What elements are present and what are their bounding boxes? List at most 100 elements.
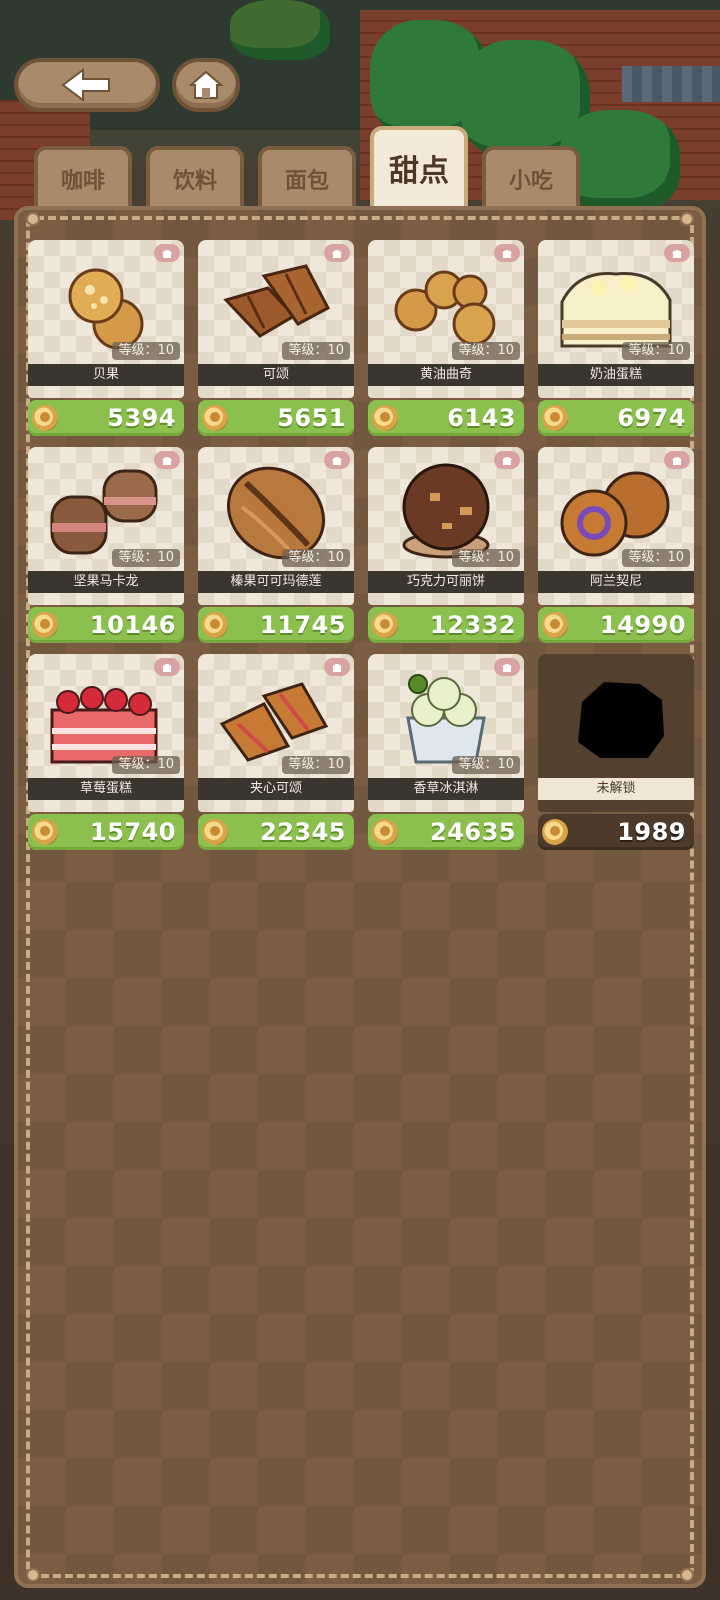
price-bar: 24635 xyxy=(368,814,524,850)
coin-icon xyxy=(372,819,398,845)
item-name: 未解锁 xyxy=(538,778,694,800)
tab-drinks[interactable]: 饮料 xyxy=(146,146,244,208)
level-label: 等级：10 xyxy=(112,549,180,567)
item-image: 未解锁 xyxy=(538,654,694,812)
item-image: 等级：10 黄油曲奇 xyxy=(368,240,524,398)
price-bar: 15740 xyxy=(28,814,184,850)
corner-dot xyxy=(680,1568,694,1582)
item-card-filled-croissant[interactable]: 等级：10 夹心可颂 22345 xyxy=(198,654,354,850)
corner-dot xyxy=(26,1568,40,1582)
item-image: 等级：10 奶油蛋糕 xyxy=(538,240,694,398)
level-label: 等级：10 xyxy=(452,549,520,567)
level-label: 等级：10 xyxy=(112,342,180,360)
item-price: 22345 xyxy=(260,818,346,846)
cupcake-badge-icon xyxy=(324,451,350,469)
price-bar: 6974 xyxy=(538,400,694,436)
price-bar: 5394 xyxy=(28,400,184,436)
coin-icon xyxy=(32,819,58,845)
item-price: 1989 xyxy=(617,818,686,846)
item-image: 等级：10 可颂 xyxy=(198,240,354,398)
item-name: 坚果马卡龙 xyxy=(28,571,184,593)
item-price: 24635 xyxy=(430,818,516,846)
item-image: 等级：10 榛果可可玛德莲 xyxy=(198,447,354,605)
level-label: 等级：10 xyxy=(452,756,520,774)
item-name: 可颂 xyxy=(198,364,354,386)
item-card-madeleine[interactable]: 等级：10 榛果可可玛德莲 11745 xyxy=(198,447,354,643)
cupcake-badge-icon xyxy=(154,658,180,676)
item-card-strawberry-cake[interactable]: 等级：10 草莓蛋糕 15740 xyxy=(28,654,184,850)
item-price: 11745 xyxy=(260,611,346,639)
cupcake-badge-icon xyxy=(324,244,350,262)
item-price: 6143 xyxy=(447,404,516,432)
item-name: 黄油曲奇 xyxy=(368,364,524,386)
price-bar: 10146 xyxy=(28,607,184,643)
item-card-vanilla-ice-cream[interactable]: 等级：10 香草冰淇淋 24635 xyxy=(368,654,524,850)
cupcake-badge-icon xyxy=(494,244,520,262)
tab-desserts[interactable]: 甜点 xyxy=(370,126,468,206)
item-card-butter-cookie[interactable]: 等级：10 黄油曲奇 6143 xyxy=(368,240,524,436)
tab-coffee[interactable]: 咖啡 xyxy=(34,146,132,208)
back-button[interactable] xyxy=(14,58,160,112)
level-label: 等级：10 xyxy=(282,756,350,774)
item-image: 等级：10 夹心可颂 xyxy=(198,654,354,812)
coin-icon xyxy=(542,612,568,638)
item-card-macaron[interactable]: 等级：10 坚果马卡龙 10146 xyxy=(28,447,184,643)
item-image: 等级：10 香草冰淇淋 xyxy=(368,654,524,812)
coin-icon xyxy=(542,819,568,845)
item-price: 5651 xyxy=(277,404,346,432)
cupcake-badge-icon xyxy=(664,244,690,262)
item-card-bagel[interactable]: 等级：10 贝果 5394 xyxy=(28,240,184,436)
item-price: 15740 xyxy=(90,818,176,846)
back-arrow-icon xyxy=(61,68,110,102)
level-label: 等级：10 xyxy=(112,756,180,774)
item-price: 5394 xyxy=(107,404,176,432)
coin-icon xyxy=(202,612,228,638)
tab-label: 小吃 xyxy=(508,169,553,194)
tab-bread[interactable]: 面包 xyxy=(258,146,356,208)
item-card-croissant[interactable]: 等级：10 可颂 5651 xyxy=(198,240,354,436)
cupcake-badge-icon xyxy=(494,451,520,469)
price-bar: 22345 xyxy=(198,814,354,850)
corner-dot xyxy=(26,212,40,226)
corner-dot xyxy=(680,212,694,226)
home-icon xyxy=(189,70,223,99)
coin-icon xyxy=(372,405,398,431)
item-name: 香草冰淇淋 xyxy=(368,778,524,800)
item-image: 等级：10 阿兰契尼 xyxy=(538,447,694,605)
item-card-arancini[interactable]: 等级：10 阿兰契尼 14990 xyxy=(538,447,694,643)
coin-icon xyxy=(202,819,228,845)
coin-icon xyxy=(542,405,568,431)
item-name: 草莓蛋糕 xyxy=(28,778,184,800)
item-image: 等级：10 巧克力可丽饼 xyxy=(368,447,524,605)
item-name: 夹心可颂 xyxy=(198,778,354,800)
level-label: 等级：10 xyxy=(282,342,350,360)
item-image: 等级：10 贝果 xyxy=(28,240,184,398)
tab-label: 面包 xyxy=(284,169,329,194)
locked-silhouette-icon xyxy=(578,682,664,758)
level-label: 等级：10 xyxy=(622,549,690,567)
price-bar: 5651 xyxy=(198,400,354,436)
price-bar: 11745 xyxy=(198,607,354,643)
cupcake-badge-icon xyxy=(664,451,690,469)
level-label: 等级：10 xyxy=(622,342,690,360)
home-button[interactable] xyxy=(172,58,240,112)
coin-icon xyxy=(32,612,58,638)
item-price: 12332 xyxy=(430,611,516,639)
cupcake-badge-icon xyxy=(154,244,180,262)
cupcake-badge-icon xyxy=(494,658,520,676)
price-bar: 12332 xyxy=(368,607,524,643)
item-card-chocolate-crepe[interactable]: 等级：10 巧克力可丽饼 12332 xyxy=(368,447,524,643)
item-card-locked[interactable]: 未解锁 1989 xyxy=(538,654,694,850)
price-bar: 14990 xyxy=(538,607,694,643)
item-name: 奶油蛋糕 xyxy=(538,364,694,386)
level-label: 等级：10 xyxy=(282,549,350,567)
item-image: 等级：10 草莓蛋糕 xyxy=(28,654,184,812)
coin-icon xyxy=(32,405,58,431)
item-name: 贝果 xyxy=(28,364,184,386)
item-name: 榛果可可玛德莲 xyxy=(198,571,354,593)
item-card-cream-cake[interactable]: 等级：10 奶油蛋糕 6974 xyxy=(538,240,694,436)
price-bar: 6143 xyxy=(368,400,524,436)
tab-snacks[interactable]: 小吃 xyxy=(482,146,580,208)
item-price: 14990 xyxy=(600,611,686,639)
item-name: 巧克力可丽饼 xyxy=(368,571,524,593)
